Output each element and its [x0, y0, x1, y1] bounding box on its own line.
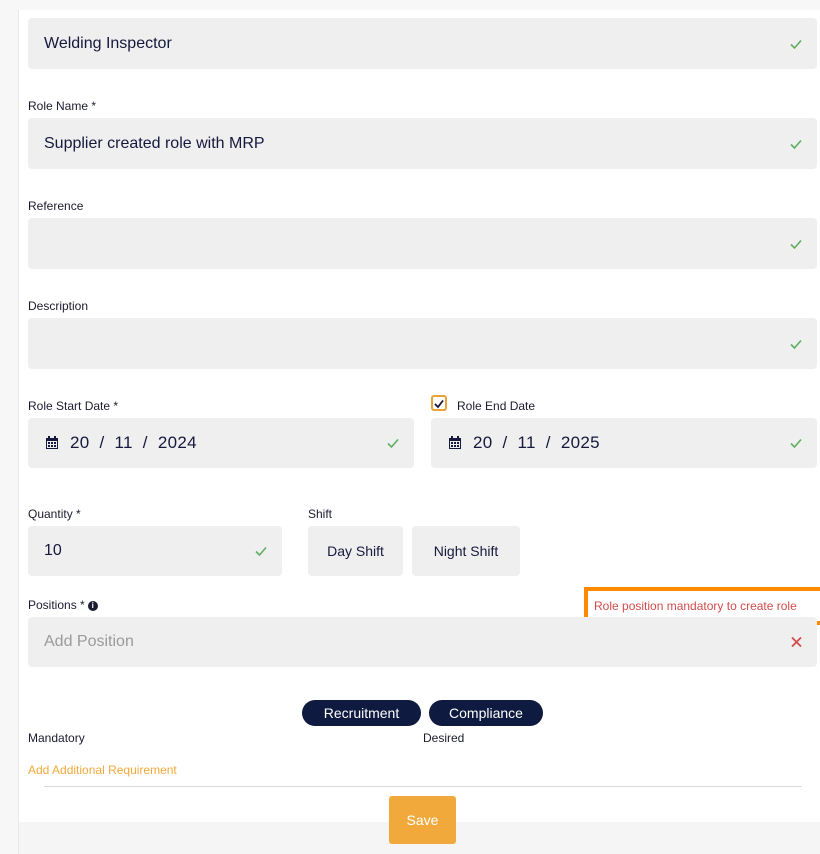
- job-title-value: Welding Inspector: [44, 34, 172, 52]
- quantity-label: Quantity *: [28, 507, 81, 521]
- role-start-date-field[interactable]: 20 / 11 / 2024: [28, 418, 414, 468]
- check-icon: [789, 436, 803, 450]
- end-day[interactable]: 20: [473, 433, 493, 453]
- compliance-tag[interactable]: Compliance: [429, 700, 543, 726]
- description-field[interactable]: [28, 318, 817, 369]
- positions-label: Positions * i: [28, 598, 98, 612]
- calendar-icon: [44, 435, 60, 451]
- job-title-field[interactable]: Welding Inspector: [28, 18, 817, 69]
- positions-field[interactable]: Add Position: [28, 617, 817, 667]
- role-end-date-field[interactable]: 20 / 11 / 2025: [431, 418, 817, 468]
- shift-label: Shift: [308, 507, 333, 521]
- night-shift-button[interactable]: Night Shift: [412, 526, 520, 576]
- recruitment-tag[interactable]: Recruitment: [302, 700, 421, 726]
- role-start-date-label: Role Start Date *: [28, 399, 119, 413]
- start-year[interactable]: 2024: [158, 433, 197, 453]
- role-name-label: Role Name *: [28, 99, 97, 113]
- check-icon: [386, 436, 400, 450]
- quantity-field[interactable]: 10: [28, 526, 282, 576]
- role-start-date-value: 20 / 11 / 2024: [28, 433, 197, 453]
- role-end-date-value: 20 / 11 / 2025: [431, 433, 600, 453]
- calendar-icon: [447, 435, 463, 451]
- positions-error-message: Role position mandatory to create role: [594, 599, 797, 613]
- role-end-date-label: Role End Date: [457, 399, 536, 413]
- info-icon[interactable]: i: [87, 600, 98, 611]
- role-name-field[interactable]: Supplier created role with MRP: [28, 118, 817, 169]
- quantity-value: 10: [44, 542, 62, 559]
- divider: [44, 786, 802, 787]
- reference-field[interactable]: [28, 218, 817, 269]
- end-year[interactable]: 2025: [561, 433, 600, 453]
- role-name-value: Supplier created role with MRP: [44, 134, 265, 152]
- check-icon: [789, 337, 803, 351]
- end-month[interactable]: 11: [518, 433, 536, 453]
- check-icon: [789, 237, 803, 251]
- description-label: Description: [28, 299, 89, 313]
- mandatory-label: Mandatory: [28, 731, 85, 745]
- checkmark-icon: [434, 399, 444, 409]
- start-day[interactable]: 20: [70, 433, 90, 453]
- start-month[interactable]: 11: [115, 433, 133, 453]
- check-icon: [789, 137, 803, 151]
- day-shift-button[interactable]: Day Shift: [308, 526, 403, 576]
- add-additional-requirement-link[interactable]: Add Additional Requirement: [28, 763, 177, 777]
- clear-icon[interactable]: [790, 636, 803, 649]
- check-icon: [789, 37, 803, 51]
- save-button[interactable]: Save: [389, 796, 456, 844]
- reference-label: Reference: [28, 199, 84, 213]
- desired-label: Desired: [423, 731, 465, 745]
- add-position-input[interactable]: Add Position: [28, 633, 817, 651]
- page: Welding Inspector Role Name * Supplier c…: [0, 0, 820, 854]
- check-icon: [254, 544, 268, 558]
- role-end-date-checkbox[interactable]: [431, 395, 447, 411]
